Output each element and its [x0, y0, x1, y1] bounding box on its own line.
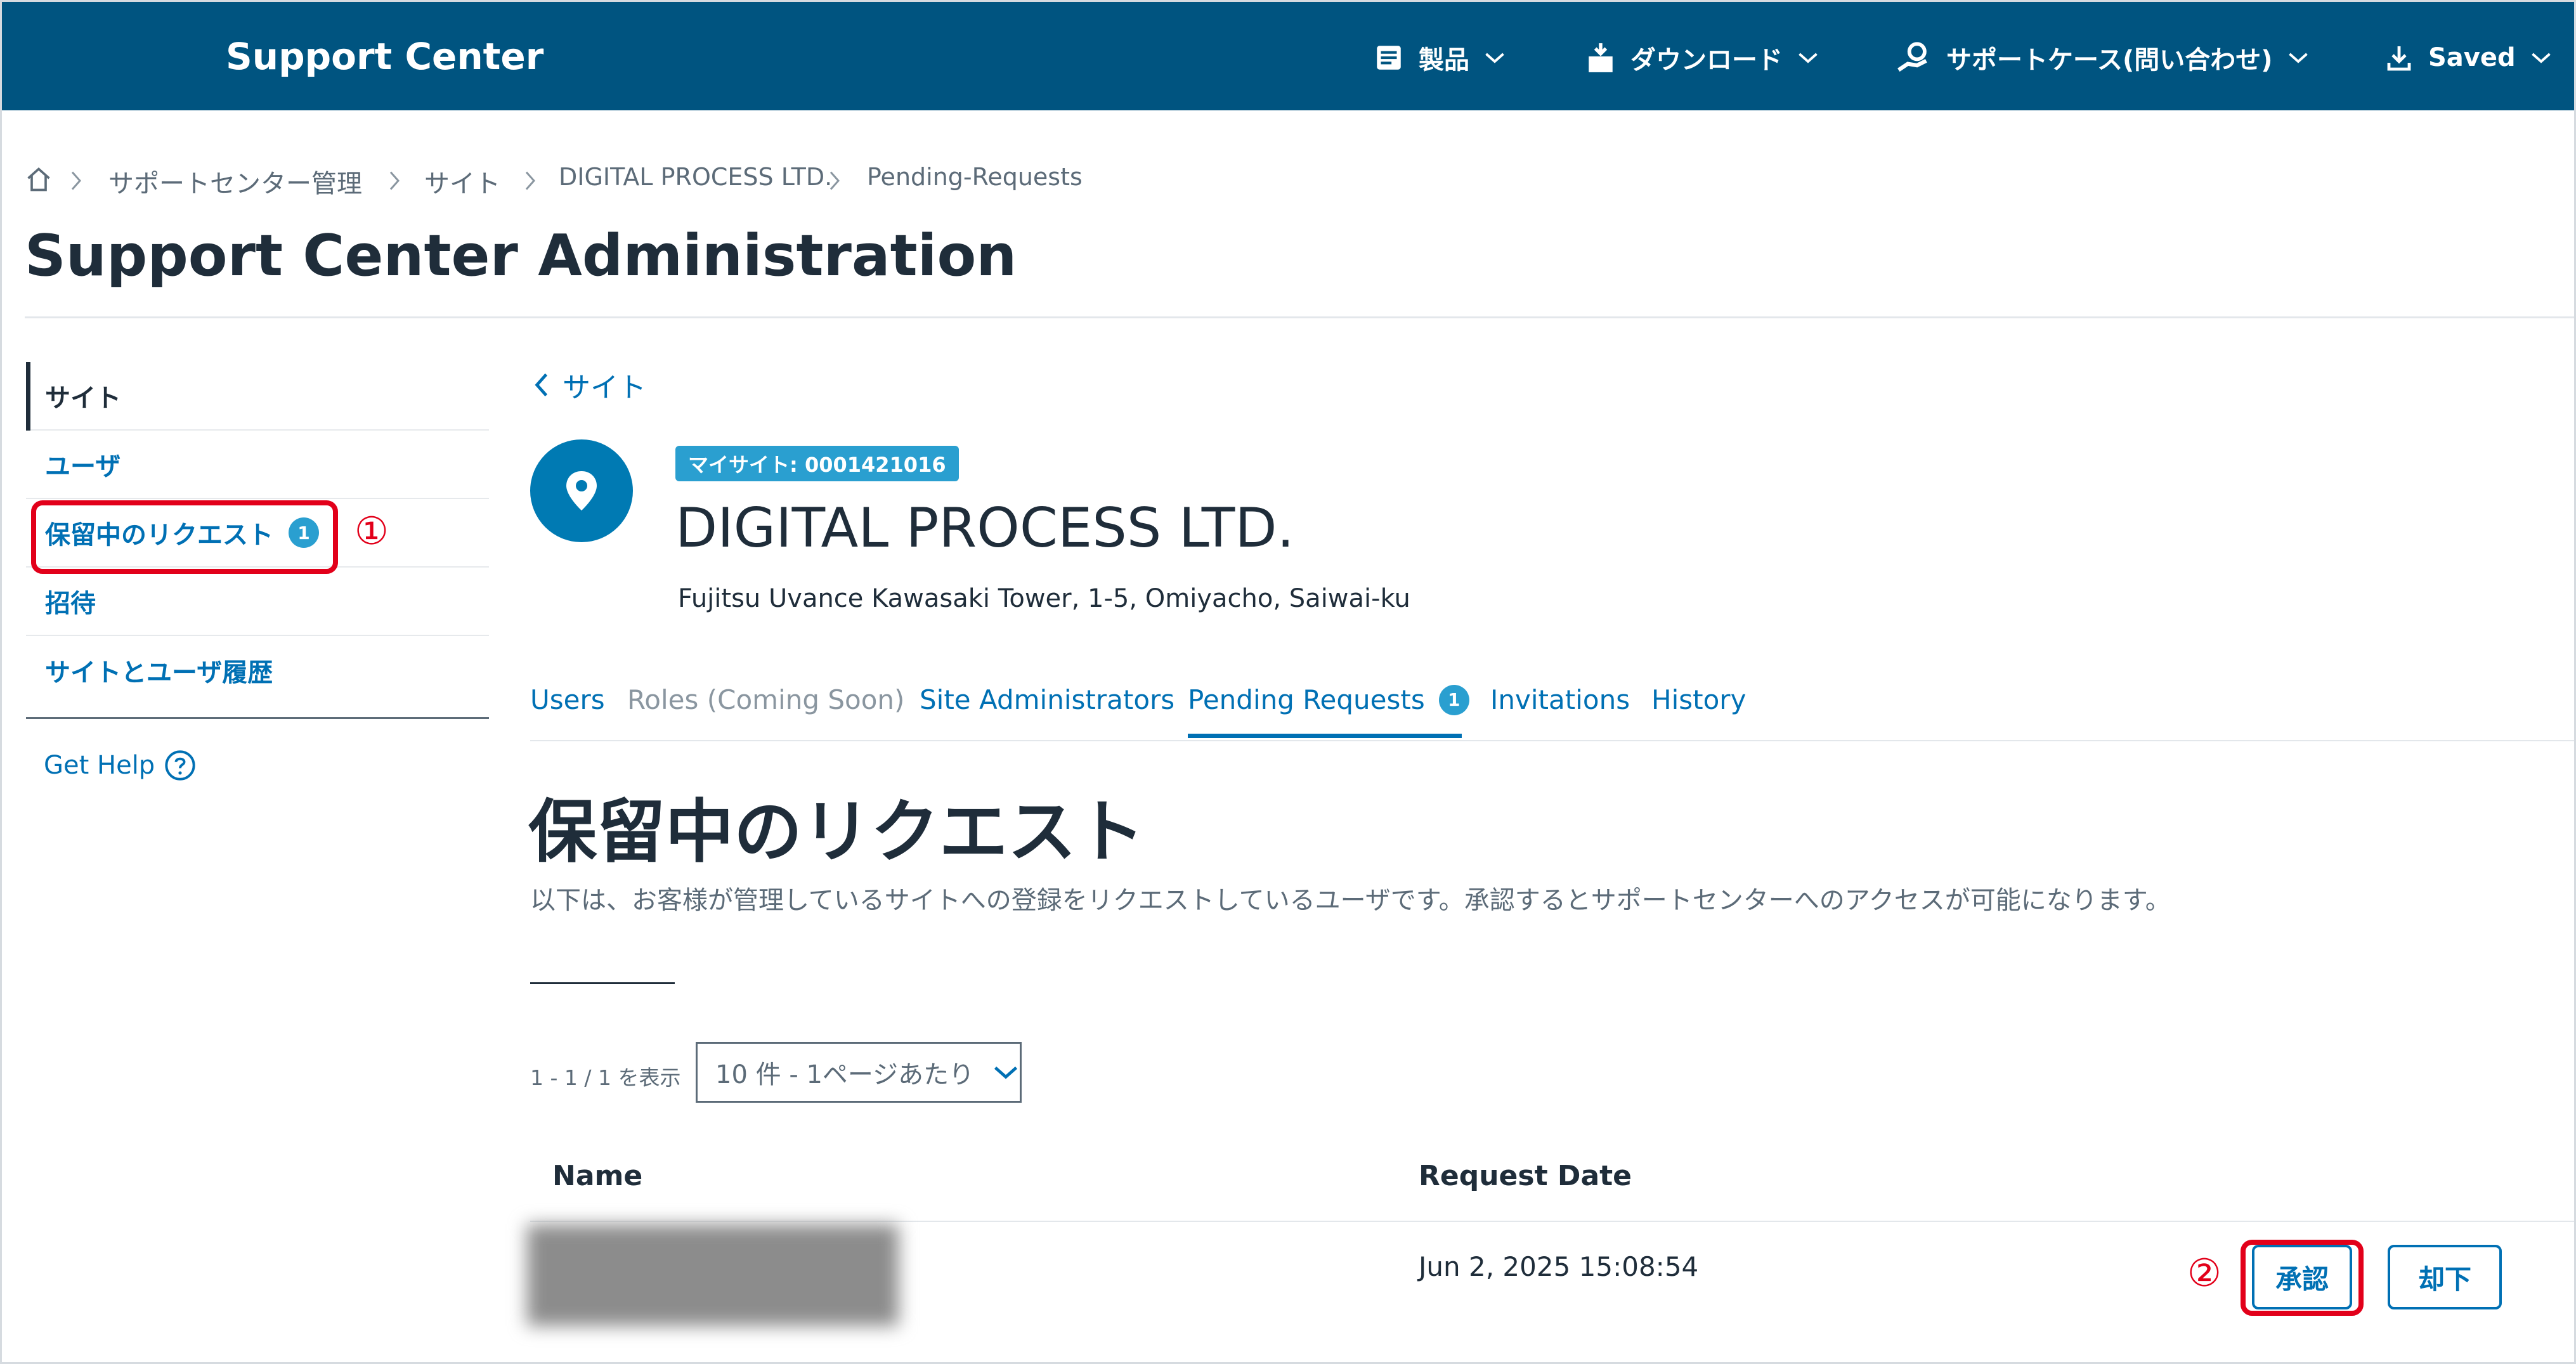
tab-label: Roles (Coming Soon): [627, 684, 905, 715]
chevron-down-icon: [992, 1063, 1020, 1082]
breadcrumb-company[interactable]: DIGITAL PROCESS LTD.: [559, 163, 832, 191]
sidebar-item-label: サイト: [45, 384, 121, 413]
page-size-select[interactable]: 10 件 - 1ページあたり: [696, 1042, 1022, 1103]
nav-support-cases-label: サポートケース(問い合わせ): [1946, 46, 2273, 75]
nav-products[interactable]: 製品: [1373, 37, 1506, 78]
active-tab-indicator: [1188, 734, 1462, 738]
tab-users[interactable]: Users: [530, 684, 605, 715]
tab-label: Site Administrators: [920, 684, 1175, 715]
sidebar-item-history[interactable]: サイトとユーザ履歴: [26, 636, 489, 705]
sidebar-item-label: サイトとユーザ履歴: [45, 658, 273, 687]
tab-label: Users: [530, 684, 605, 715]
tab-label: Pending Requests: [1188, 684, 1425, 715]
header-divider: [25, 316, 2574, 318]
chevron-down-icon: [2530, 50, 2553, 65]
chevron-right-icon: [826, 169, 843, 192]
chevron-right-icon: [386, 169, 403, 192]
nav-saved-label: Saved: [2428, 43, 2516, 72]
nav-downloads-label: ダウンロード: [1630, 46, 1783, 75]
location-pin-icon: [530, 439, 633, 542]
column-header-name: Name: [552, 1160, 643, 1192]
download-arrow-icon: [2384, 42, 2414, 73]
get-help-label: Get Help: [44, 751, 155, 780]
sidebar-item-label: 招待: [45, 589, 96, 618]
step1-marker: ①: [355, 509, 389, 554]
redacted-user-name: [527, 1224, 899, 1326]
tab-label: History: [1651, 684, 1747, 715]
tab-invitations[interactable]: Invitations: [1490, 684, 1630, 715]
chevron-down-icon: [2287, 50, 2310, 65]
reject-button[interactable]: 却下: [2388, 1245, 2502, 1309]
get-help-link[interactable]: Get Help: [44, 749, 197, 782]
sidebar-active-indicator: [26, 362, 30, 431]
sidebar-item-label: ユーザ: [45, 452, 121, 481]
nav-downloads[interactable]: ダウンロード: [1585, 37, 1819, 78]
tab-pending-requests[interactable]: Pending Requests 1: [1188, 684, 1469, 715]
chevron-right-icon: [68, 169, 84, 192]
home-icon[interactable]: [25, 166, 53, 193]
chevron-down-icon: [1483, 50, 1506, 65]
nav-saved[interactable]: Saved: [2384, 37, 2553, 78]
site-id-tag: マイサイト: 0001421016: [675, 446, 959, 481]
sidebar-item-invitations[interactable]: 招待: [26, 568, 489, 636]
tab-label: Invitations: [1490, 684, 1630, 715]
site-name: DIGITAL PROCESS LTD.: [675, 497, 1294, 560]
column-header-request-date: Request Date: [1419, 1160, 1632, 1192]
site-address: Fujitsu Uvance Kawasaki Tower, 1-5, Omiy…: [678, 584, 1410, 613]
count-badge: 1: [1438, 684, 1469, 715]
tab-site-administrators[interactable]: Site Administrators: [920, 684, 1174, 715]
step2-marker: ②: [2187, 1251, 2221, 1296]
section-rule: [530, 982, 675, 984]
result-count: 1 - 1 / 1 を表示: [530, 1065, 681, 1090]
page-size-value: 10 件 - 1ページあたり: [715, 1060, 975, 1089]
request-date-cell: Jun 2, 2025 15:08:54: [1419, 1251, 1699, 1282]
chevron-left-icon: [532, 371, 551, 399]
product-list-icon: [1373, 42, 1405, 74]
page-title: Support Center Administration: [25, 223, 1017, 289]
section-title: 保留中のリクエスト: [528, 793, 1145, 872]
highlight-box-step2: [2241, 1240, 2364, 1316]
tab-roles: Roles (Coming Soon): [627, 684, 904, 715]
nav-products-label: 製品: [1419, 46, 1469, 75]
tab-history[interactable]: History: [1651, 684, 1746, 715]
brand-logo-text[interactable]: Support Center: [226, 35, 543, 78]
breadcrumb-site[interactable]: サイト: [424, 163, 500, 200]
sidebar-item-users[interactable]: ユーザ: [26, 431, 489, 499]
support-hand-icon: [1896, 39, 1932, 76]
table-header-divider: [530, 1221, 2574, 1222]
highlight-box-step1: [31, 500, 338, 574]
sidebar-divider: [26, 717, 489, 719]
nav-support-cases[interactable]: サポートケース(問い合わせ): [1896, 37, 2310, 78]
download-box-icon: [1585, 40, 1617, 75]
help-circle-icon: [164, 749, 197, 782]
back-link-label: サイト: [563, 372, 646, 404]
chevron-right-icon: [522, 169, 538, 192]
tabs-divider: [530, 740, 2574, 741]
chevron-down-icon: [1797, 50, 1819, 65]
sidebar-item-site[interactable]: サイト: [26, 362, 489, 431]
back-to-site-link[interactable]: サイト: [532, 365, 646, 405]
breadcrumb-admin[interactable]: サポートセンター管理: [108, 163, 362, 200]
breadcrumb-current: Pending-Requests: [867, 163, 1083, 191]
section-description: 以下は、お客様が管理しているサイトへの登録をリクエストしているユーザです。承認す…: [530, 886, 2171, 915]
